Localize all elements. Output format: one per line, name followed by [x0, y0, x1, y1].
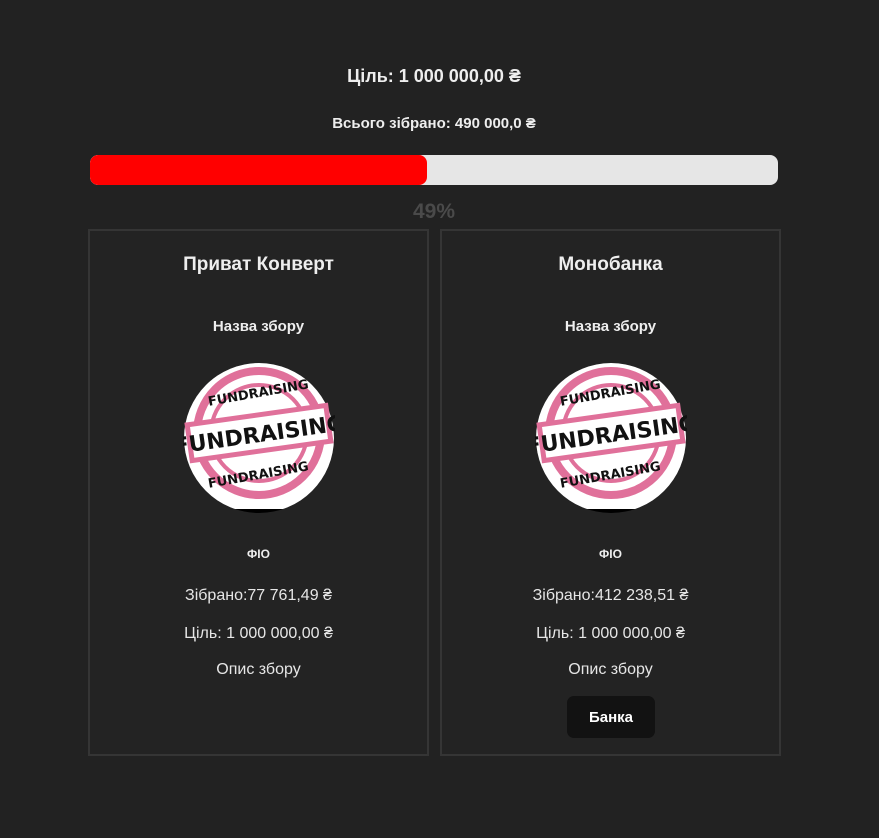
total-collected-text: Всього зібрано: 490 000,0 ₴ — [332, 115, 536, 132]
progress-bar — [90, 155, 778, 185]
bank-button[interactable]: Банка — [567, 696, 655, 738]
card-title: Монобанка — [558, 254, 663, 275]
campaign-name: Назва збору — [564, 318, 657, 335]
campaign-description: Опис збору — [216, 661, 301, 678]
progress-bar-fill — [90, 155, 428, 185]
fio-label: ФІО — [599, 547, 622, 561]
card-goal-amount: Ціль: 1 000 000,00 ₴ — [184, 625, 333, 642]
card-privat-konvert: Приват Конверт Назва збору FUNDRAISING F… — [88, 229, 429, 756]
collected-amount: Зібрано:412 238,51 ₴ — [532, 587, 689, 604]
card-monobanka: Монобанка Назва збору FUNDRAISING FUNDRA… — [440, 229, 781, 756]
card-title: Приват Конверт — [183, 254, 334, 275]
fio-label: ФІО — [247, 547, 270, 561]
fundraising-stamp-icon: FUNDRAISING FUNDRAISING FUNDRAISING — [172, 357, 346, 519]
campaign-name: Назва збору — [212, 318, 305, 335]
campaign-description: Опис збору — [568, 661, 653, 678]
fundraising-page: Ціль: 1 000 000,00 ₴ Всього зібрано: 490… — [0, 0, 879, 838]
collected-amount: Зібрано:77 761,49 ₴ — [185, 587, 332, 604]
card-goal-amount: Ціль: 1 000 000,00 ₴ — [536, 625, 685, 642]
progress-percent: 49% — [412, 200, 456, 223]
fundraising-stamp-icon: FUNDRAISING FUNDRAISING FUNDRAISING — [524, 357, 698, 519]
total-goal-heading: Ціль: 1 000 000,00 ₴ — [347, 66, 521, 86]
